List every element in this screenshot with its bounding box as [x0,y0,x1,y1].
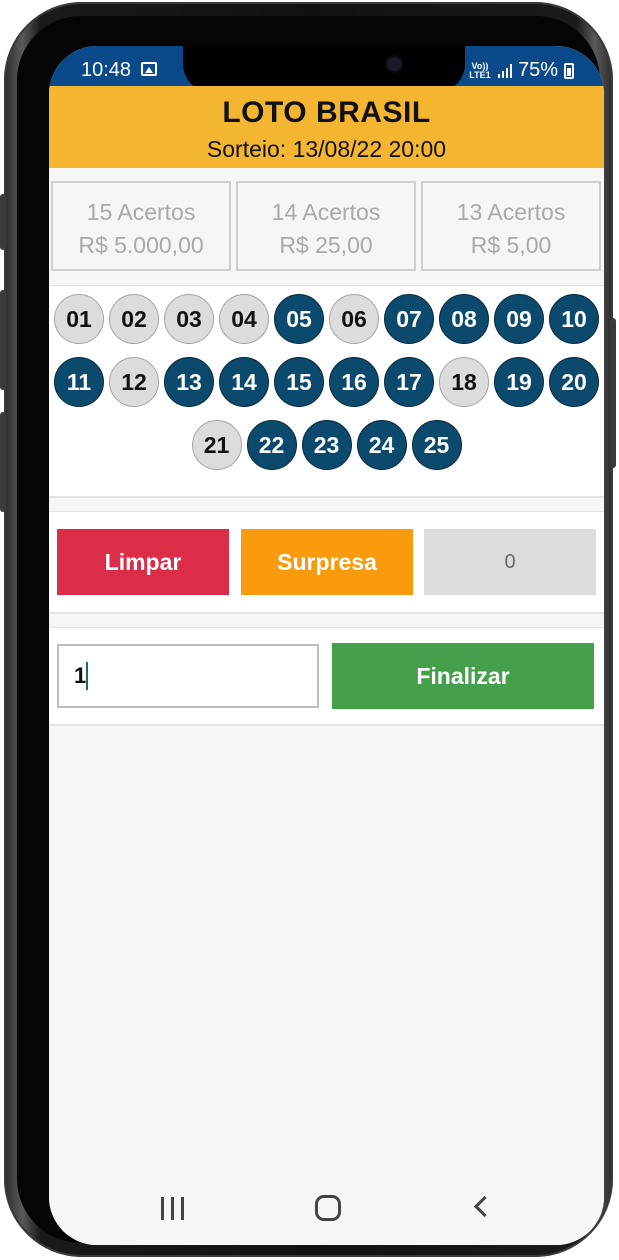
number-ball[interactable]: 07 [384,294,434,344]
battery-icon [564,62,574,79]
number-ball[interactable]: 22 [246,420,297,470]
number-ball[interactable]: 15 [274,357,324,407]
phone-side-button [0,290,6,390]
number-ball[interactable]: 05 [274,294,324,344]
number-ball[interactable]: 17 [384,357,434,407]
app-screen: 10:48 Vo)) LTE1 75% LOTO BRASIL Sorteio:… [49,46,604,1245]
number-ball[interactable]: 24 [356,420,407,470]
finalize-button[interactable]: Finalizar [332,643,594,709]
battery-percent: 75% [517,59,558,81]
number-ball[interactable]: 21 [191,420,242,470]
number-ball[interactable]: 25 [411,420,462,470]
finalize-row: Finalizar [49,628,604,724]
gallery-icon [141,62,157,76]
prize-table: 15 Acertos R$ 5.000,00 14 Acertos R$ 25,… [51,181,602,271]
number-ball[interactable]: 18 [439,357,489,407]
number-ball[interactable]: 20 [549,357,599,407]
status-time: 10:48 [81,59,132,81]
prize-value: R$ 5.000,00 [78,232,204,258]
number-ball[interactable]: 19 [494,357,544,407]
action-row: Limpar Surpresa 0 [49,512,604,612]
app-title: LOTO BRASIL [222,96,431,129]
number-grid: 01 02 03 04 05 06 07 08 09 10 11 12 13 14 15 16 17 18 19 20… [49,286,604,496]
quantity-input[interactable] [57,644,319,708]
divider [49,724,604,726]
phone-side-button [0,412,6,512]
phone-bezel: 10:48 Vo)) LTE1 75% LOTO BRASIL Sorteio:… [17,16,604,1245]
home-icon[interactable] [315,1195,341,1221]
phone-power-button [610,318,616,468]
text-caret [86,662,88,690]
number-ball[interactable]: 12 [109,357,159,407]
prize-value: R$ 5,00 [470,232,552,258]
recent-apps-icon[interactable] [161,1197,184,1220]
prize-label: 13 Acertos [456,199,566,225]
prize-box: 14 Acertos R$ 25,00 [236,181,416,271]
prize-box: 13 Acertos R$ 5,00 [421,181,601,271]
number-ball[interactable]: 06 [329,294,379,344]
number-ball[interactable]: 01 [54,294,104,344]
divider [49,496,604,498]
camera-icon [387,57,401,71]
prize-label: 15 Acertos [86,199,196,225]
app-header: LOTO BRASIL Sorteio: 13/08/22 20:00 [49,86,604,168]
number-ball[interactable]: 09 [494,294,544,344]
surprise-button[interactable]: Surpresa [241,529,413,595]
number-ball[interactable]: 14 [219,357,269,407]
number-ball[interactable]: 13 [164,357,214,407]
status-indicators: Vo)) LTE1 75% [468,59,574,82]
clear-button[interactable]: Limpar [57,529,229,595]
number-ball[interactable]: 11 [54,357,104,407]
prize-box: 15 Acertos R$ 5.000,00 [51,181,231,271]
back-icon[interactable] [473,1195,496,1218]
number-ball[interactable]: 10 [549,294,599,344]
prize-label: 14 Acertos [271,199,381,225]
navigation-bar [49,1175,604,1245]
number-ball[interactable]: 04 [219,294,269,344]
number-ball[interactable]: 03 [164,294,214,344]
divider [49,612,604,614]
number-ball[interactable]: 23 [301,420,352,470]
number-ball[interactable]: 08 [439,294,489,344]
phone-side-button [0,194,6,250]
prize-value: R$ 25,00 [279,232,373,258]
phone-frame: 10:48 Vo)) LTE1 75% LOTO BRASIL Sorteio:… [0,2,616,1257]
number-ball[interactable]: 16 [329,357,379,407]
signal-icon [497,63,512,78]
draw-date: Sorteio: 13/08/22 20:00 [206,136,447,162]
number-ball[interactable]: 02 [109,294,159,344]
network-label: Vo)) LTE1 [469,60,491,80]
selected-count: 0 [424,529,596,595]
